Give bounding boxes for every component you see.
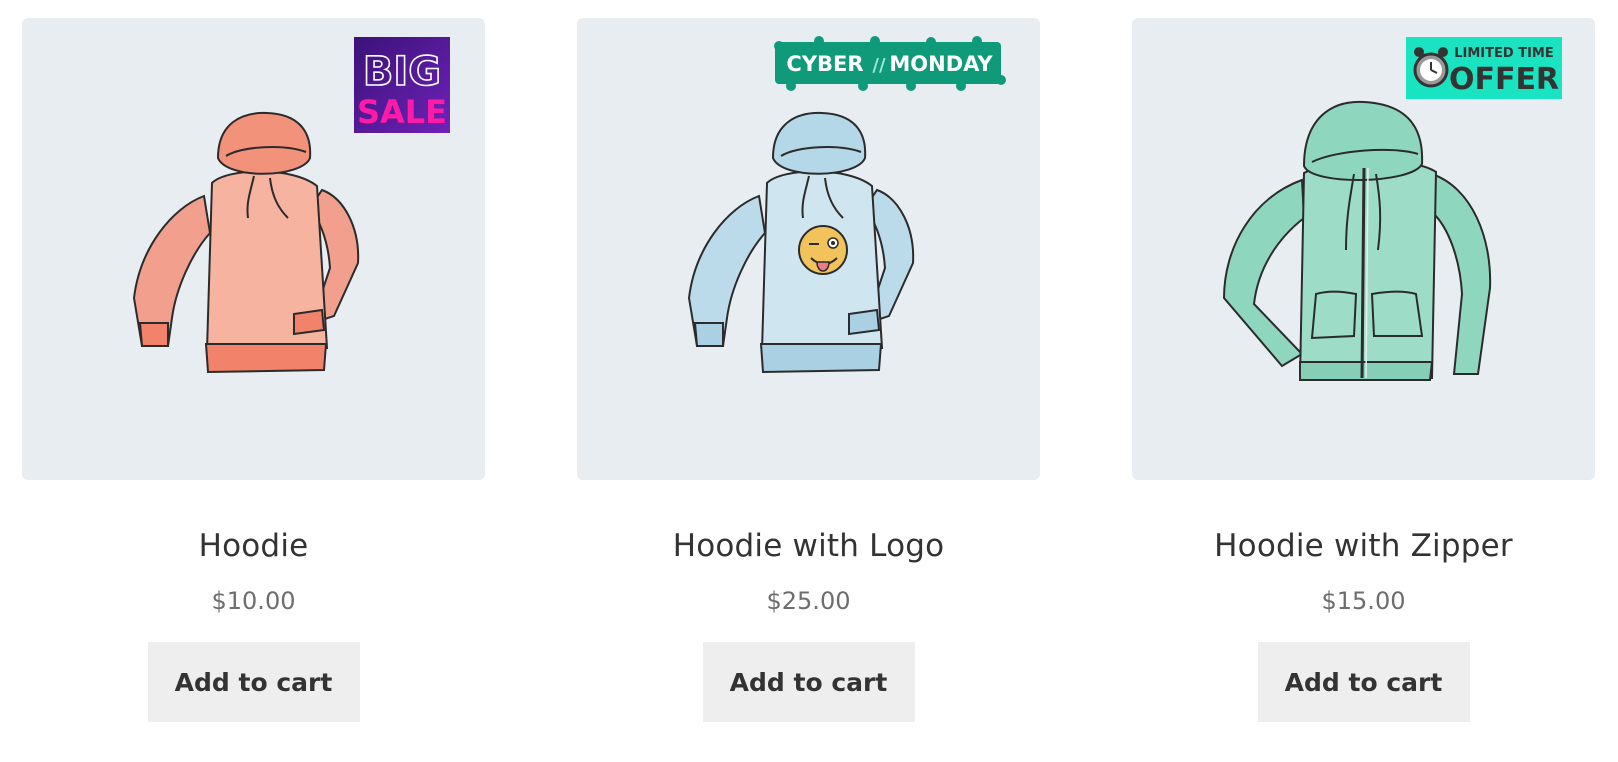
badge-line2: MONDAY: [889, 52, 993, 76]
badge-separator: //: [872, 55, 886, 76]
product-title[interactable]: Hoodie with Logo: [673, 526, 945, 566]
big-sale-badge: BIG SALE: [354, 37, 450, 133]
add-to-cart-button[interactable]: Add to cart: [1257, 642, 1470, 722]
badge-line2: OFFER: [1449, 62, 1559, 97]
product-price: $15.00: [1321, 587, 1406, 615]
product-card: LIMITED TIME OFFER Hoodie with Zipper $1…: [1132, 18, 1595, 722]
product-image-link[interactable]: BIG SALE: [22, 18, 485, 480]
product-title[interactable]: Hoodie: [199, 526, 309, 566]
product-card: BIG SALE Hoodie $10.00 Add to cart: [22, 18, 485, 722]
product-card: CYBER // MONDAY Hoodie with Logo $25.00 …: [577, 18, 1040, 722]
badge-line1: LIMITED TIME: [1454, 46, 1553, 61]
limited-time-offer-badge: LIMITED TIME OFFER: [1406, 37, 1562, 99]
add-to-cart-button[interactable]: Add to cart: [147, 642, 360, 722]
badge-line1: BIG: [363, 49, 441, 95]
product-title[interactable]: Hoodie with Zipper: [1214, 526, 1513, 566]
product-price: $25.00: [766, 587, 851, 615]
product-grid: BIG SALE Hoodie $10.00 Add to cart CYBER…: [22, 18, 1595, 722]
product-image-link[interactable]: CYBER // MONDAY: [577, 18, 1040, 480]
badge-line1: CYBER: [786, 52, 863, 76]
product-image-link[interactable]: LIMITED TIME OFFER: [1132, 18, 1595, 480]
add-to-cart-button[interactable]: Add to cart: [702, 642, 915, 722]
badge-line2: SALE: [357, 93, 447, 131]
cyber-monday-badge: CYBER // MONDAY: [774, 36, 1006, 91]
product-price: $10.00: [211, 587, 296, 615]
